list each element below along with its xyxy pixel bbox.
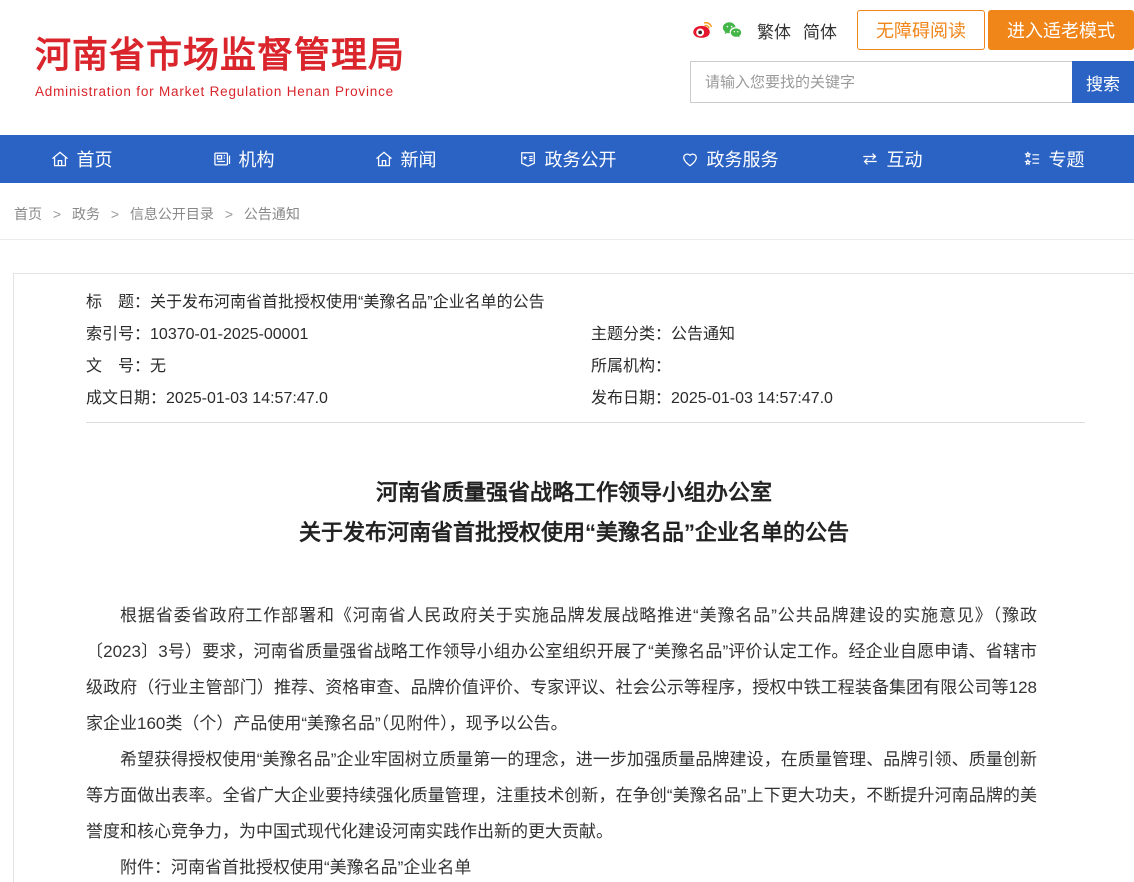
article-paragraph: 根据省委省政府工作部署和《河南省人民政府关于实施品牌发展战略推进“美豫名品”公共… — [86, 598, 1037, 742]
nav-label: 政务服务 — [707, 146, 779, 172]
wechat-icon[interactable] — [721, 19, 743, 41]
lang-simplified[interactable]: 简体 — [803, 18, 837, 43]
meta-title-row: 标 题：关于发布河南省首批授权使用“美豫名品”企业名单的公告 — [86, 287, 1134, 319]
site-subtitle: Administration for Market Regulation Hen… — [35, 84, 405, 99]
topics-list-icon — [1022, 149, 1042, 169]
meta-index-value: 10370-01-2025-00001 — [150, 326, 308, 343]
home-icon — [50, 149, 70, 169]
nav-label: 机构 — [239, 146, 275, 172]
search-input[interactable] — [690, 61, 1072, 103]
article-title-line2: 关于发布河南省首批授权使用“美豫名品”企业名单的公告 — [74, 513, 1074, 553]
lang-traditional[interactable]: 繁体 — [757, 18, 791, 43]
site-logo[interactable]: 河南省市场监督管理局 Administration for Market Reg… — [35, 26, 405, 99]
meta-issued-row: 发布日期：2025-01-03 14:57:47.0 — [591, 383, 1134, 415]
document-meta: 标 题：关于发布河南省首批授权使用“美豫名品”企业名单的公告 索引号：10370… — [14, 274, 1134, 415]
meta-created-value: 2025-01-03 14:57:47.0 — [166, 390, 328, 407]
article-title: 河南省质量强省战略工作领导小组办公室 关于发布河南省首批授权使用“美豫名品”企业… — [14, 473, 1134, 553]
breadcrumb-current: 公告通知 — [244, 206, 300, 222]
main-nav: 首页 机构 新闻 政务公开 政务服务 互动 专题 — [0, 135, 1134, 183]
nav-item-interact[interactable]: 互动 — [810, 135, 972, 183]
attachment-line: 附件：河南省首批授权使用“美豫名品”企业名单 — [86, 850, 1037, 882]
breadcrumb: 首页 > 政务 > 信息公开目录 > 公告通知 — [0, 183, 1134, 239]
meta-title-value: 关于发布河南省首批授权使用“美豫名品”企业名单的公告 — [150, 294, 545, 311]
meta-organization-label: 所属机构： — [591, 358, 671, 375]
site-header: 河南省市场监督管理局 Administration for Market Reg… — [0, 0, 1134, 135]
nav-item-home[interactable]: 首页 — [0, 135, 162, 183]
news-icon — [374, 149, 394, 169]
exchange-arrows-icon — [860, 149, 880, 169]
nav-label: 首页 — [77, 146, 113, 172]
search-button[interactable]: 搜索 — [1072, 61, 1134, 103]
meta-docno-label: 文 号： — [86, 358, 150, 375]
breadcrumb-catalog[interactable]: 信息公开目录 — [130, 206, 214, 222]
org-icon — [212, 149, 232, 169]
nav-item-org[interactable]: 机构 — [162, 135, 324, 183]
meta-created-row: 成文日期：2025-01-03 14:57:47.0 — [86, 383, 591, 415]
meta-index-row: 索引号：10370-01-2025-00001 — [86, 319, 591, 351]
header-right: 繁体 简体 无障碍阅读 进入适老模式 搜索 — [690, 10, 1134, 103]
breadcrumb-home[interactable]: 首页 — [14, 206, 42, 222]
meta-docno-value: 无 — [150, 358, 166, 375]
meta-created-label: 成文日期： — [86, 390, 166, 407]
breadcrumb-separator: > — [111, 206, 119, 222]
meta-organization-row: 所属机构： — [591, 351, 1134, 383]
nav-item-topics[interactable]: 专题 — [972, 135, 1134, 183]
site-title: 河南省市场监督管理局 — [35, 26, 405, 78]
elder-mode-button[interactable]: 进入适老模式 — [988, 10, 1134, 50]
meta-divider — [86, 422, 1085, 423]
header-divider — [0, 239, 1134, 240]
nav-label: 政务公开 — [545, 146, 617, 172]
meta-index-label: 索引号： — [86, 326, 150, 343]
disclosure-badge-icon — [518, 149, 538, 169]
breadcrumb-separator: > — [53, 206, 61, 222]
article-paragraph: 希望获得授权使用“美豫名品”企业牢固树立质量第一的理念，进一步加强质量品牌建设，… — [86, 742, 1037, 850]
nav-item-disclosure[interactable]: 政务公开 — [486, 135, 648, 183]
article-body: 根据省委省政府工作部署和《河南省人民政府关于实施品牌发展战略推进“美豫名品”公共… — [14, 598, 1134, 882]
meta-docno-row: 文 号：无 — [86, 351, 591, 383]
nav-label: 专题 — [1049, 146, 1085, 172]
meta-title-label: 标 题： — [86, 294, 150, 311]
breadcrumb-zhengwu[interactable]: 政务 — [72, 206, 100, 222]
nav-item-news[interactable]: 新闻 — [324, 135, 486, 183]
accessibility-button[interactable]: 无障碍阅读 — [857, 10, 985, 50]
heart-icon — [680, 149, 700, 169]
weibo-icon[interactable] — [691, 19, 713, 41]
meta-issued-value: 2025-01-03 14:57:47.0 — [671, 390, 833, 407]
breadcrumb-separator: > — [225, 206, 233, 222]
meta-category-row: 主题分类：公告通知 — [591, 319, 1134, 351]
meta-issued-label: 发布日期： — [591, 390, 671, 407]
nav-label: 新闻 — [401, 146, 437, 172]
meta-category-value: 公告通知 — [671, 326, 735, 343]
article-container: 标 题：关于发布河南省首批授权使用“美豫名品”企业名单的公告 索引号：10370… — [13, 273, 1134, 882]
nav-label: 互动 — [887, 146, 923, 172]
nav-item-services[interactable]: 政务服务 — [648, 135, 810, 183]
topbar: 繁体 简体 无障碍阅读 进入适老模式 — [690, 10, 1134, 50]
meta-category-label: 主题分类： — [591, 326, 671, 343]
search-bar: 搜索 — [690, 61, 1134, 103]
article-title-line1: 河南省质量强省战略工作领导小组办公室 — [74, 473, 1074, 513]
